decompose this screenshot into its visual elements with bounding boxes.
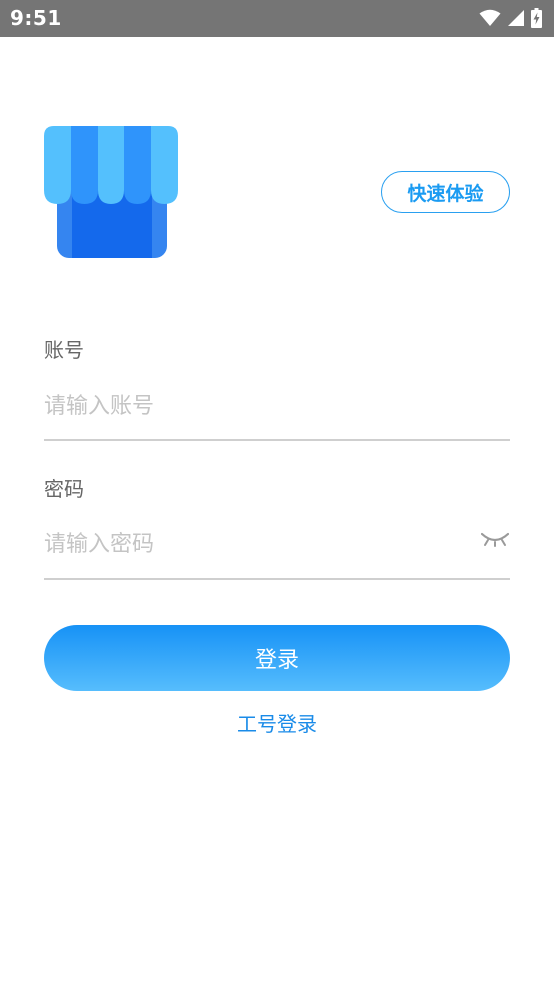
store-awning-icon (44, 126, 178, 258)
wifi-icon (479, 9, 501, 26)
account-label: 账号 (44, 338, 84, 362)
login-button[interactable]: 登录 (44, 625, 510, 691)
account-input[interactable] (44, 382, 510, 430)
password-input[interactable] (44, 520, 464, 568)
account-underline (44, 439, 510, 441)
status-bar: 9:51 (0, 0, 554, 37)
staff-id-login-link[interactable]: 工号登录 (0, 708, 554, 737)
eye-closed-icon[interactable] (481, 531, 509, 547)
password-underline (44, 578, 510, 580)
status-time: 9:51 (10, 6, 62, 30)
battery-charging-icon (531, 8, 542, 28)
password-label: 密码 (44, 477, 84, 501)
signal-icon (508, 10, 524, 26)
quick-experience-button[interactable]: 快速体验 (381, 171, 510, 213)
status-icons (479, 7, 542, 29)
